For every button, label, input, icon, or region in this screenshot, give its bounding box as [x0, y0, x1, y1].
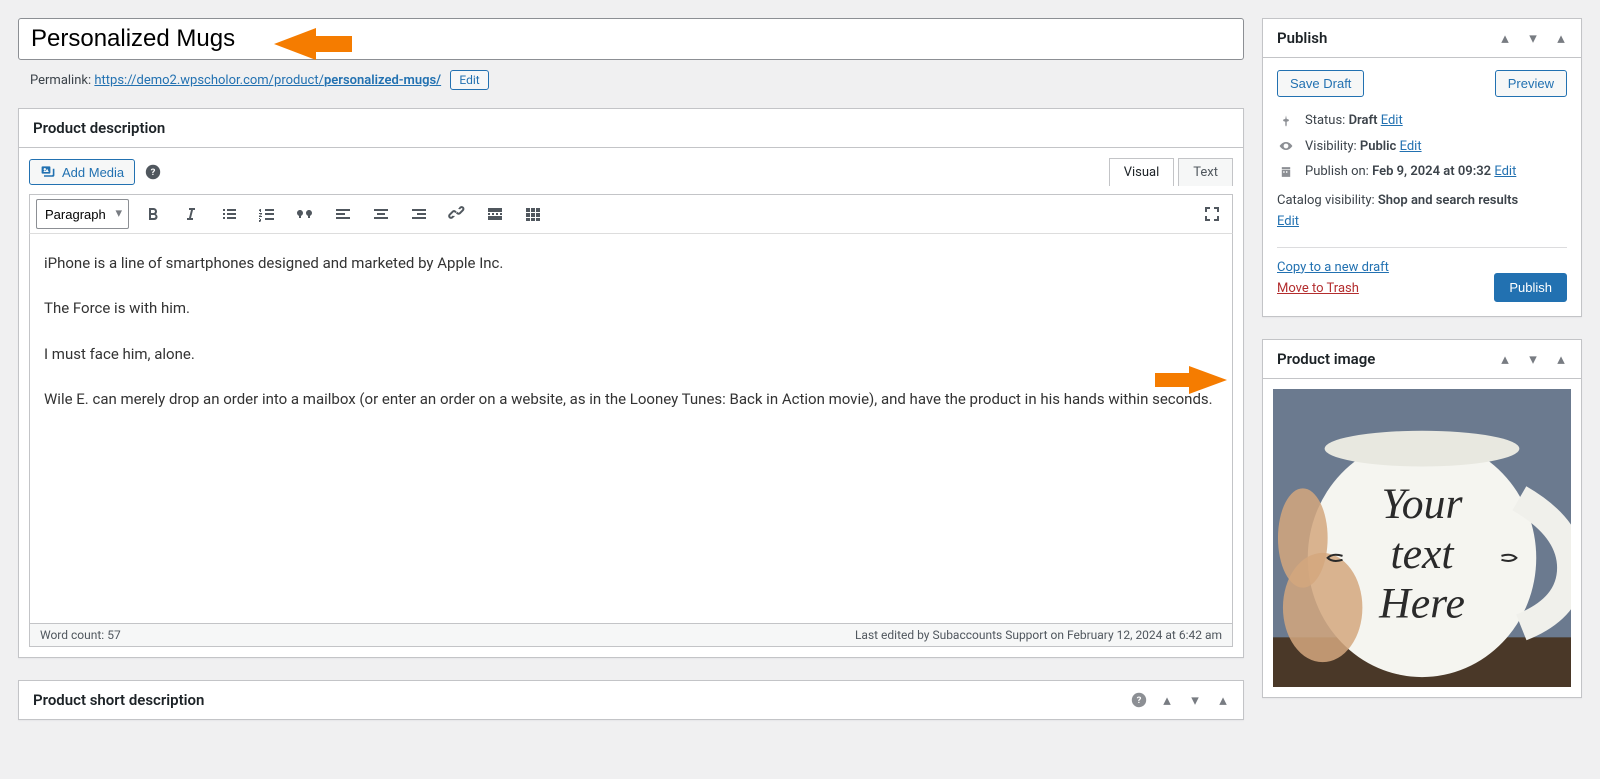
copy-draft-link[interactable]: Copy to a new draft: [1277, 260, 1389, 275]
catalog-visibility-row: Catalog visibility: Shop and search resu…: [1277, 191, 1567, 233]
bold-icon[interactable]: [139, 200, 167, 228]
move-up-icon[interactable]: ▴: [1153, 686, 1181, 714]
product-short-description-box: Product short description ? ▴ ▾ ▴: [18, 680, 1244, 720]
blockquote-icon[interactable]: [291, 200, 319, 228]
publish-button[interactable]: Publish: [1494, 273, 1567, 302]
fullscreen-icon[interactable]: [1198, 200, 1226, 228]
align-right-icon[interactable]: [405, 200, 433, 228]
body-paragraph: I must face him, alone.: [44, 343, 1218, 366]
pin-icon: [1277, 114, 1295, 128]
svg-text:Your: Your: [1382, 480, 1464, 528]
product-description-box: Product description Add Media ? Visua: [18, 108, 1244, 658]
svg-text:text: text: [1390, 529, 1455, 577]
bullet-list-icon[interactable]: [215, 200, 243, 228]
svg-text:?: ?: [151, 167, 156, 178]
numbered-list-icon[interactable]: [253, 200, 281, 228]
word-count: Word count: 57: [40, 628, 121, 642]
align-center-icon[interactable]: [367, 200, 395, 228]
calendar-icon: [1277, 165, 1295, 179]
permalink-link[interactable]: https://demo2.wpscholor.com/product/pers…: [94, 73, 441, 88]
read-more-icon[interactable]: [481, 200, 509, 228]
publish-date-row: Publish on: Feb 9, 2024 at 09:32 Edit: [1277, 164, 1567, 179]
annotation-arrow-image: [1189, 366, 1227, 394]
title-input[interactable]: [18, 18, 1244, 60]
format-select[interactable]: Paragraph: [36, 199, 129, 229]
eye-icon: [1277, 138, 1295, 154]
publish-box: Publish ▴ ▾ ▴ Save Draft Preview Status:…: [1262, 18, 1582, 317]
move-up-icon[interactable]: ▴: [1491, 24, 1519, 52]
toggle-panel-icon[interactable]: ▴: [1209, 686, 1237, 714]
toolbar-toggle-icon[interactable]: [519, 200, 547, 228]
align-left-icon[interactable]: [329, 200, 357, 228]
add-media-button[interactable]: Add Media: [29, 159, 135, 185]
move-down-icon[interactable]: ▾: [1519, 345, 1547, 373]
edit-catalog-link[interactable]: Edit: [1277, 212, 1299, 233]
visibility-row: Visibility: Public Edit: [1277, 138, 1567, 154]
save-draft-button[interactable]: Save Draft: [1277, 70, 1364, 97]
svg-text:?: ?: [1137, 695, 1142, 706]
move-up-icon[interactable]: ▴: [1491, 345, 1519, 373]
toggle-panel-icon[interactable]: ▴: [1547, 24, 1575, 52]
body-paragraph: iPhone is a line of smartphones designed…: [44, 252, 1218, 275]
permalink-label: Permalink:: [30, 73, 91, 88]
media-icon: [40, 164, 56, 180]
move-down-icon[interactable]: ▾: [1181, 686, 1209, 714]
body-paragraph: Wile E. can merely drop an order into a …: [44, 388, 1218, 411]
editor-content[interactable]: iPhone is a line of smartphones designed…: [29, 234, 1233, 624]
tab-visual[interactable]: Visual: [1109, 158, 1175, 186]
help-icon[interactable]: ?: [145, 164, 161, 180]
status-row: Status: Draft Edit: [1277, 113, 1567, 128]
short-description-heading: Product short description: [19, 681, 218, 719]
annotation-arrow-title: [274, 28, 316, 60]
product-description-heading: Product description: [19, 109, 179, 147]
permalink-row: Permalink: https://demo2.wpscholor.com/p…: [30, 70, 1244, 90]
italic-icon[interactable]: [177, 200, 205, 228]
tab-text[interactable]: Text: [1178, 158, 1233, 186]
move-trash-link[interactable]: Move to Trash: [1277, 281, 1389, 296]
last-edited: Last edited by Subaccounts Support on Fe…: [855, 628, 1222, 642]
help-icon[interactable]: ?: [1125, 686, 1153, 714]
product-image-heading: Product image: [1263, 340, 1389, 378]
preview-button[interactable]: Preview: [1495, 70, 1567, 97]
publish-heading: Publish: [1263, 19, 1341, 57]
edit-date-link[interactable]: Edit: [1494, 164, 1516, 179]
toggle-panel-icon[interactable]: ▴: [1547, 345, 1575, 373]
edit-status-link[interactable]: Edit: [1381, 113, 1403, 128]
edit-visibility-link[interactable]: Edit: [1400, 139, 1422, 154]
edit-permalink-button[interactable]: Edit: [450, 70, 488, 90]
product-image-box: Product image ▴ ▾ ▴ Your text: [1262, 339, 1582, 698]
body-paragraph: The Force is with him.: [44, 297, 1218, 320]
product-image-thumbnail[interactable]: Your text Here: [1273, 389, 1571, 687]
link-icon[interactable]: [443, 200, 471, 228]
move-down-icon[interactable]: ▾: [1519, 24, 1547, 52]
svg-text:Here: Here: [1378, 579, 1465, 627]
